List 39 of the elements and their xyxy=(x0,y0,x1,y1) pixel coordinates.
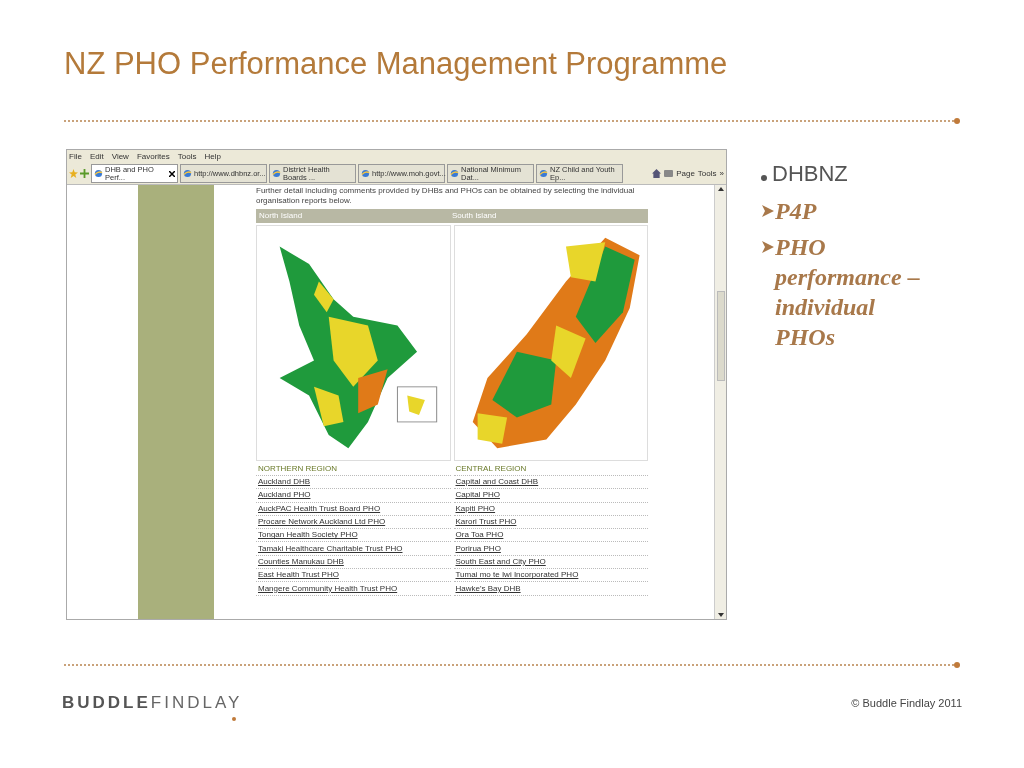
bullet-text: DHBNZ xyxy=(772,160,848,188)
organisation-link[interactable]: Auckland PHO xyxy=(258,491,311,500)
toolbar-command[interactable]: Tools xyxy=(697,169,717,178)
sub-bullet-text: PHO performance – individual PHOs xyxy=(775,233,921,352)
organisation-link[interactable]: Tamaki Healthcare Charitable Trust PHO xyxy=(258,544,403,553)
organisation-link[interactable]: Tumai mo te Iwi Incorporated PHO xyxy=(455,571,579,580)
organisation-link[interactable]: AuckPAC Health Trust Board PHO xyxy=(258,504,381,513)
organisation-link[interactable]: Karori Trust PHO xyxy=(455,518,517,527)
organisation-link[interactable]: Capital and Coast DHB xyxy=(455,478,539,487)
copyright-text: © Buddle Findlay 2011 xyxy=(851,695,962,711)
organisation-link[interactable]: Hawke's Bay DHB xyxy=(455,584,521,593)
menu-item[interactable]: Favorites xyxy=(136,152,170,161)
organisation-link[interactable]: Tongan Health Society PHO xyxy=(258,531,358,540)
organisation-link[interactable]: Counties Manukau DHB xyxy=(258,557,344,566)
organisation-link[interactable]: Mangere Community Health Trust PHO xyxy=(258,584,398,593)
more-icon[interactable]: » xyxy=(719,169,724,178)
column-heading: North Island xyxy=(259,212,304,220)
logo-light: FINDLAY xyxy=(150,690,243,716)
organisation-link[interactable]: Procare Network Auckland Ltd PHO xyxy=(258,518,386,527)
sub-bullet-text: P4P xyxy=(775,197,817,226)
organisation-link[interactable]: South East and City PHO xyxy=(455,557,546,566)
organisation-link[interactable]: East Health Trust PHO xyxy=(258,571,339,580)
intro-text: Further detail including comments provided by DHBs and PHOs can be obtained by selecting the individual organisation reports below. xyxy=(256,185,636,206)
logo-bold: BUDDLE xyxy=(62,692,151,715)
organisation-link[interactable]: Ora Toa PHO xyxy=(455,531,504,540)
menu-item[interactable]: View xyxy=(111,152,129,161)
menu-item[interactable]: Help xyxy=(204,152,221,161)
menu-item[interactable]: File xyxy=(69,152,82,161)
slide-title: NZ PHO Performance Management Programme xyxy=(64,44,728,83)
organisation-link[interactable]: Auckland DHB xyxy=(258,478,311,487)
menu-item[interactable]: Edit xyxy=(89,152,104,161)
column-heading: South Island xyxy=(452,212,498,220)
organisation-link[interactable]: Porirua PHO xyxy=(455,544,501,553)
organisation-link[interactable]: Capital PHO xyxy=(455,491,500,500)
toolbar-command[interactable]: Page xyxy=(676,169,695,178)
menu-item[interactable]: Tools xyxy=(177,152,197,161)
region-heading: NORTHERN REGION xyxy=(258,465,337,473)
region-heading: CENTRAL REGION xyxy=(455,465,527,473)
organisation-link[interactable]: Kapiti PHO xyxy=(455,504,496,513)
